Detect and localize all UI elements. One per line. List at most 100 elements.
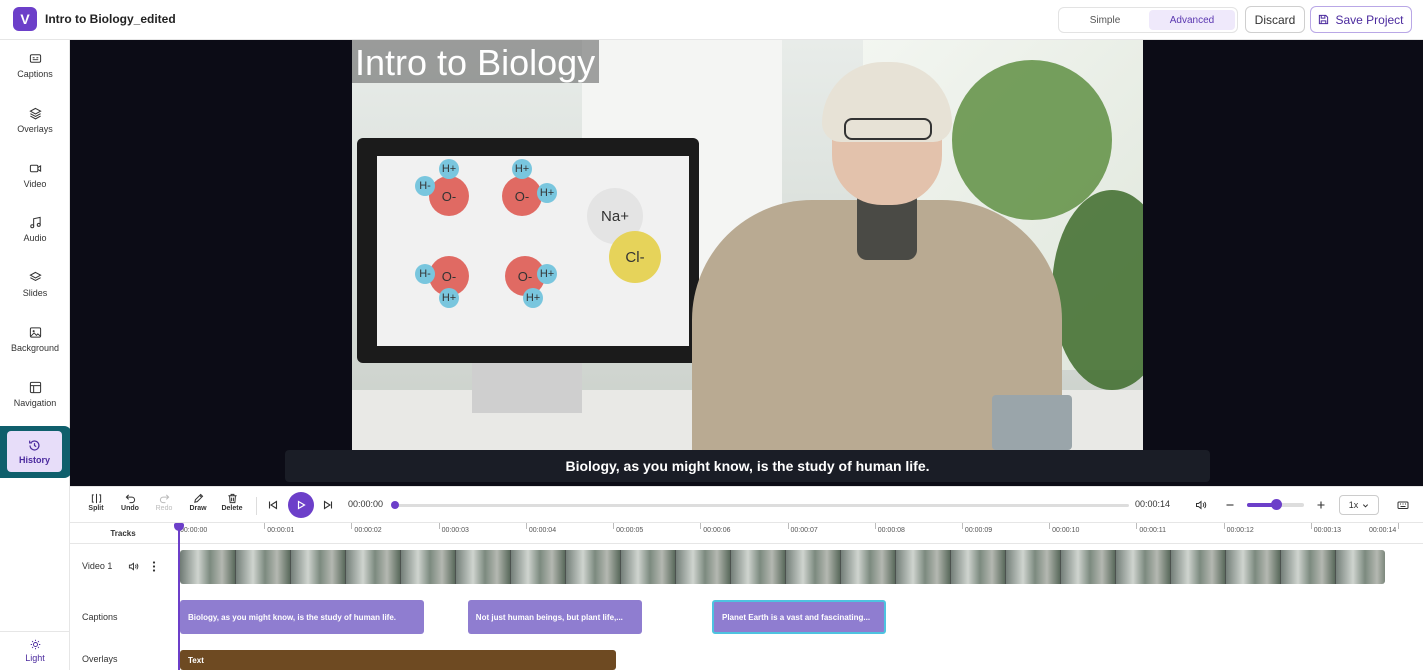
ruler-tick-label: 00:00:05 <box>616 527 644 534</box>
history-icon <box>29 439 40 451</box>
sidebar-item-video[interactable]: Video <box>0 150 70 200</box>
monitor-stand <box>472 358 582 413</box>
film-frame-separator <box>1335 550 1336 584</box>
ruler-tick-label: 00:00:08 <box>877 527 905 534</box>
film-frame-separator <box>1005 550 1006 584</box>
more-options-icon[interactable] <box>148 560 160 573</box>
undo-button[interactable]: Undo <box>115 493 145 512</box>
layers-icon <box>28 107 42 119</box>
scrubber-handle[interactable] <box>391 501 399 509</box>
video-preview[interactable]: O- H- H+ O- H+ H+ O- H- H+ O- H+ H+ Na+ … <box>70 40 1423 486</box>
track-label-video: Video 1 <box>82 561 113 571</box>
film-frame-separator <box>510 550 511 584</box>
atom-label: O- <box>441 268 457 284</box>
molecule-atom: H+ <box>537 183 557 203</box>
layout-icon <box>29 381 41 393</box>
play-button[interactable] <box>288 492 314 518</box>
atom-label: H+ <box>539 268 555 280</box>
ruler-tick <box>700 523 702 529</box>
mode-advanced-button[interactable]: Advanced <box>1149 10 1235 30</box>
timeline: Tracks 00:00:00 00:00:01 00:00:02 00:00:03 0… <box>70 523 1423 670</box>
film-frame-separator <box>400 550 401 584</box>
sidebar-item-overlays[interactable]: Overlays <box>0 95 70 145</box>
sidebar-item-captions[interactable]: Captions <box>0 40 70 90</box>
discard-button[interactable]: Discard <box>1245 6 1305 33</box>
sidebar-item-label: History <box>18 454 50 465</box>
skip-back-icon[interactable] <box>267 499 279 511</box>
sidebar: Captions Overlays Video Audio Slides Bac… <box>0 40 72 670</box>
current-time: 00:00:00 <box>348 499 384 509</box>
caption-preview[interactable]: Biology, as you might know, is the study… <box>285 450 1210 482</box>
pencil-icon <box>193 493 203 503</box>
tool-label: Undo <box>121 505 139 512</box>
project-title[interactable]: Intro to Biology_edited <box>45 12 176 26</box>
ruler-tick <box>264 523 266 529</box>
ruler-tick-label: 00:00:12 <box>1226 527 1254 534</box>
molecule-atom: H+ <box>537 264 557 284</box>
sidebar-item-navigation[interactable]: Navigation <box>0 369 70 419</box>
ruler-tick <box>613 523 615 529</box>
image-icon <box>29 326 41 338</box>
ruler-tick <box>787 523 789 529</box>
presenter-glasses <box>844 118 932 140</box>
draw-button[interactable]: Draw <box>183 493 213 512</box>
video-title-overlay[interactable]: Intro to Biology <box>352 40 600 83</box>
redo-button[interactable]: Redo <box>149 493 179 512</box>
overlay-clip[interactable]: Text <box>180 650 617 670</box>
ruler-tick-label: 00:00:07 <box>790 527 818 534</box>
ruler-tick <box>1398 523 1399 529</box>
save-project-button[interactable]: Save Project <box>1310 6 1412 33</box>
tool-label: Draw <box>189 505 207 512</box>
sidebar-item-history[interactable]: History <box>7 431 62 472</box>
film-frame-separator <box>455 550 456 584</box>
ruler-tick-label: 00:00:06 <box>703 527 731 534</box>
sidebar-item-label: Navigation <box>13 397 57 408</box>
keyboard-icon[interactable] <box>1397 499 1409 511</box>
theme-toggle[interactable]: Light <box>0 631 70 670</box>
top-bar: V Intro to Biology_edited Simple Advance… <box>0 0 1423 40</box>
atom-label: H- <box>419 180 431 192</box>
sidebar-item-slides[interactable]: Slides <box>0 259 70 309</box>
track-volume-icon[interactable] <box>128 561 139 572</box>
film-frame-separator <box>565 550 566 584</box>
caption-clip[interactable]: Not just human beings, but plant life,..… <box>467 600 643 634</box>
mode-simple-button[interactable]: Simple <box>1063 10 1147 30</box>
music-icon <box>29 216 41 228</box>
ruler-tick <box>525 523 527 529</box>
sidebar-item-background[interactable]: Background <box>0 314 70 364</box>
ruler-tick-label: 00:00:00 <box>180 527 208 534</box>
video-frame: O- H- H+ O- H+ H+ O- H- H+ O- H+ H+ Na+ … <box>352 40 1143 450</box>
app-logo[interactable]: V <box>13 7 37 31</box>
atom-label: H+ <box>525 292 541 304</box>
zoom-out-icon[interactable] <box>1224 499 1236 511</box>
caption-clip[interactable]: Biology, as you might know, is the study… <box>180 600 425 634</box>
delete-button[interactable]: Delete <box>217 493 247 512</box>
scrubber-track[interactable] <box>391 501 1129 509</box>
zoom-slider[interactable] <box>1247 499 1304 510</box>
speed-select[interactable]: 1x <box>1339 495 1379 515</box>
redo-icon <box>159 494 169 504</box>
ruler-tick <box>961 523 963 529</box>
sidebar-item-audio[interactable]: Audio <box>0 204 70 254</box>
speed-value: 1x <box>1348 500 1359 510</box>
timeline-ruler[interactable]: Tracks 00:00:00 00:00:01 00:00:02 00:00:03 0… <box>70 523 1423 544</box>
video-track-clip[interactable] <box>180 550 1385 584</box>
zoom-in-icon[interactable] <box>1315 499 1327 511</box>
split-button[interactable]: Split <box>81 493 111 512</box>
skip-forward-icon[interactable] <box>322 499 334 511</box>
ruler-tick-label: 00:00:14 <box>1369 527 1397 534</box>
molecule-atom: H- <box>415 264 435 284</box>
atom-label: O- <box>441 188 457 204</box>
atom-label: H+ <box>441 163 457 175</box>
playhead[interactable] <box>174 523 184 670</box>
volume-icon[interactable] <box>1195 499 1207 511</box>
sidebar-item-label: Captions <box>17 68 53 79</box>
tool-label: Split <box>88 505 104 512</box>
film-frame-separator <box>235 550 236 584</box>
film-frame-separator <box>730 550 731 584</box>
caption-clip[interactable]: Planet Earth is a vast and fascinating..… <box>712 600 887 634</box>
ruler-tick-label: 00:00:13 <box>1313 527 1342 534</box>
zoom-slider-handle[interactable] <box>1270 499 1282 510</box>
toolbar-divider <box>256 497 257 515</box>
atom-label: H+ <box>514 163 530 175</box>
